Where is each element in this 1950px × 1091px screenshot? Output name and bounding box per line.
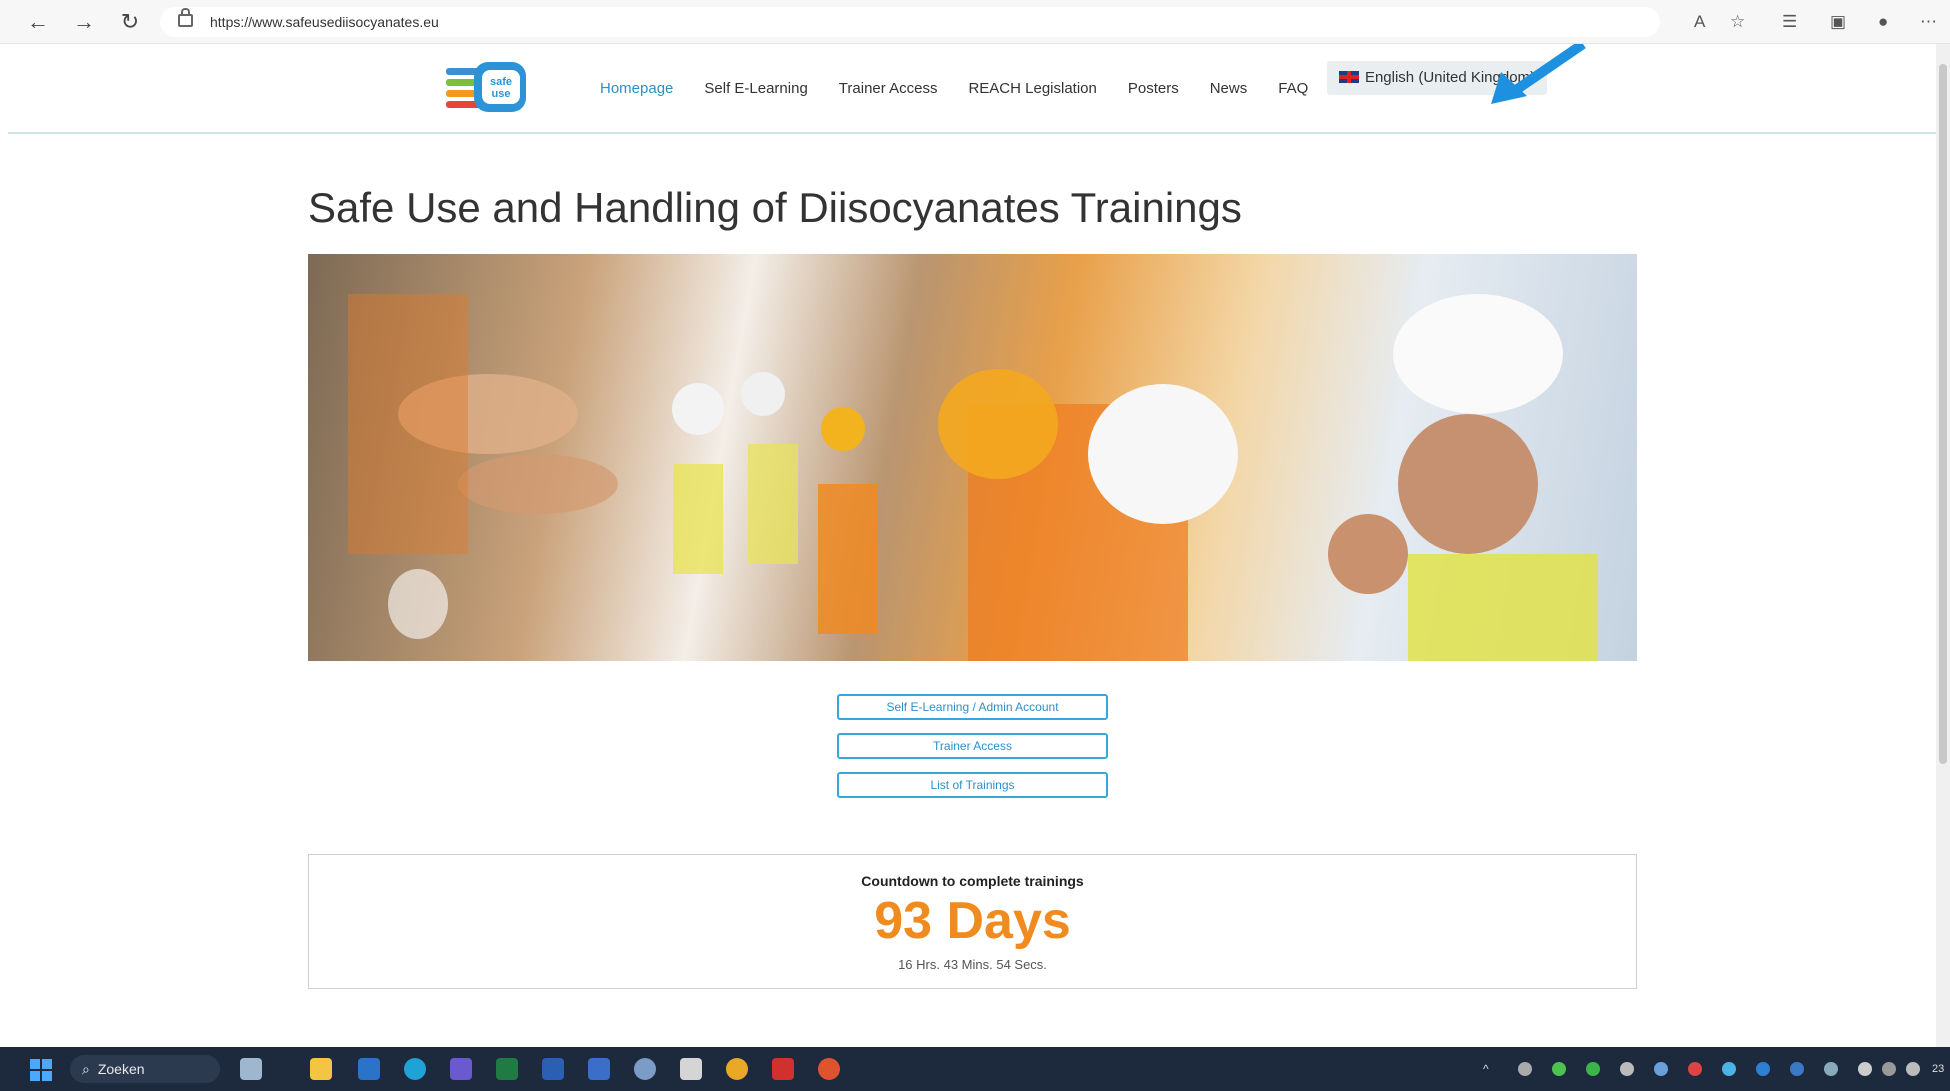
outlook-icon[interactable] — [358, 1058, 380, 1080]
acrobat-icon[interactable] — [772, 1058, 794, 1080]
powerpoint-icon[interactable] — [818, 1058, 840, 1080]
nav-faq[interactable]: FAQ — [1278, 80, 1308, 97]
widgets-icon[interactable] — [240, 1058, 262, 1080]
windows-taskbar: ⌕ Zoeken ^ 23 — [0, 1047, 1950, 1091]
word-icon[interactable] — [542, 1058, 564, 1080]
teams-icon[interactable] — [450, 1058, 472, 1080]
back-icon[interactable]: ← — [24, 8, 52, 36]
nav-self-e-learning[interactable]: Self E-Learning — [704, 80, 807, 97]
tray-blue-icon[interactable] — [1722, 1062, 1736, 1076]
countdown-time: 16 Hrs. 43 Mins. 54 Secs. — [898, 957, 1047, 972]
site-header: safe use Homepage Self E-Learning Traine… — [8, 44, 1936, 134]
uk-flag-icon — [1338, 71, 1359, 83]
countdown-panel: Countdown to complete trainings 93 Days … — [308, 854, 1637, 989]
countdown-days: 93 Days — [874, 892, 1071, 950]
tray-outlook-icon[interactable] — [1790, 1062, 1804, 1076]
search-label: Zoeken — [97, 1061, 145, 1077]
svg-text:safe: safe — [490, 76, 512, 88]
more-menu-icon[interactable]: ⋯ — [1920, 12, 1937, 32]
edge-icon[interactable] — [404, 1058, 426, 1080]
tray-app-icon[interactable] — [1518, 1062, 1532, 1076]
nav-trainer-access[interactable]: Trainer Access — [839, 80, 938, 97]
self-e-learning-admin-button[interactable]: Self E-Learning / Admin Account — [837, 694, 1108, 720]
trainer-access-button[interactable]: Trainer Access — [837, 733, 1108, 759]
battery-icon[interactable] — [1906, 1062, 1920, 1076]
tray-settings-icon[interactable] — [1824, 1062, 1838, 1076]
pdf-viewer-icon[interactable] — [680, 1058, 702, 1080]
url-text: https://www.safeusediisocyanates.eu — [210, 14, 439, 30]
countdown-label: Countdown to complete trainings — [861, 873, 1084, 889]
tray-green-icon[interactable] — [1552, 1062, 1566, 1076]
nav-posters[interactable]: Posters — [1128, 80, 1179, 97]
profile-icon[interactable]: ● — [1878, 12, 1888, 32]
annotation-arrow-icon — [1491, 44, 1586, 104]
visio-icon[interactable] — [588, 1058, 610, 1080]
favorites-list-icon[interactable]: ☰ — [1782, 12, 1797, 32]
nav-homepage[interactable]: Homepage — [600, 80, 673, 97]
display-icon[interactable] — [1858, 1062, 1872, 1076]
site-logo[interactable]: safe use — [446, 60, 528, 115]
globe-app-icon[interactable] — [634, 1058, 656, 1080]
svg-text:use: use — [492, 88, 511, 100]
collections-icon[interactable]: ▣ — [1830, 12, 1846, 32]
read-aloud-icon[interactable]: A — [1694, 12, 1705, 32]
main-nav: Homepage Self E-Learning Trainer Access … — [600, 80, 1339, 97]
action-buttons: Self E-Learning / Admin Account Trainer … — [837, 694, 1108, 811]
lock-icon — [178, 8, 193, 27]
page-scrollbar[interactable] — [1936, 44, 1950, 1047]
windows-start-icon[interactable] — [30, 1059, 52, 1081]
volume-icon[interactable] — [1882, 1062, 1896, 1076]
tray-network-icon[interactable] — [1654, 1062, 1668, 1076]
reload-icon[interactable]: ↻ — [116, 8, 144, 36]
hero-image — [308, 254, 1637, 661]
chrome-icon[interactable] — [726, 1058, 748, 1080]
file-explorer-icon[interactable] — [310, 1058, 332, 1080]
web-page: safe use Homepage Self E-Learning Traine… — [8, 44, 1936, 1047]
nav-reach-legislation[interactable]: REACH Legislation — [968, 80, 1096, 97]
scrollbar-thumb[interactable] — [1939, 64, 1947, 764]
tray-red-icon[interactable] — [1688, 1062, 1702, 1076]
page-title: Safe Use and Handling of Diisocyanates T… — [308, 184, 1242, 231]
taskbar-search[interactable]: ⌕ Zoeken — [70, 1055, 220, 1083]
excel-icon[interactable] — [496, 1058, 518, 1080]
nav-news[interactable]: News — [1210, 80, 1248, 97]
tray-overflow-icon[interactable]: ^ — [1483, 1062, 1497, 1076]
search-icon: ⌕ — [82, 1061, 90, 1077]
tray-green2-icon[interactable] — [1586, 1062, 1600, 1076]
address-bar[interactable]: https://www.safeusediisocyanates.eu — [160, 7, 1660, 37]
onedrive-icon[interactable] — [1756, 1062, 1770, 1076]
favorite-star-icon[interactable]: ☆ — [1730, 12, 1745, 32]
forward-icon[interactable]: → — [70, 8, 98, 36]
browser-toolbar: ← → ↻ https://www.safeusediisocyanates.e… — [0, 0, 1950, 44]
list-of-trainings-button[interactable]: List of Trainings — [837, 772, 1108, 798]
taskbar-clock[interactable]: 23 — [1932, 1063, 1944, 1075]
tray-w-icon[interactable] — [1620, 1062, 1634, 1076]
